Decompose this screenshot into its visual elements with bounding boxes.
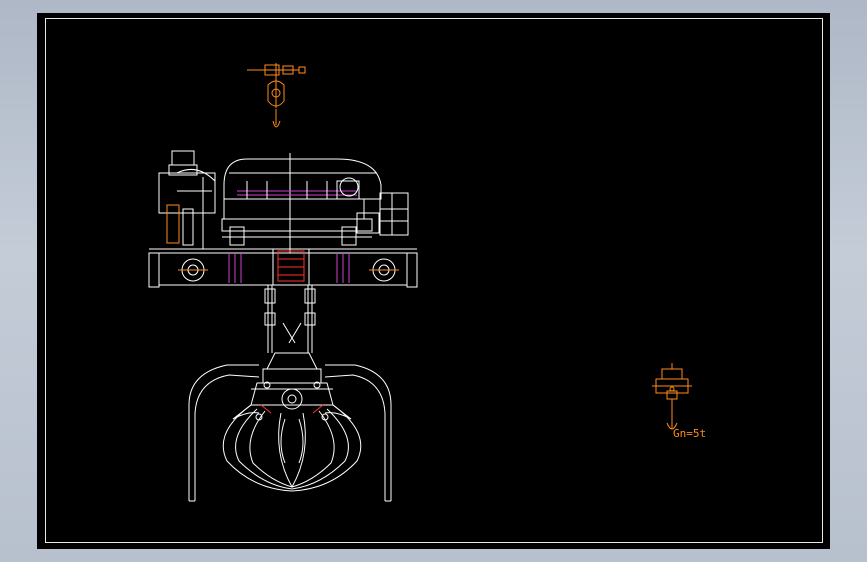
hoist-ropes: [264, 285, 316, 353]
hook-symbol-top: [247, 63, 306, 128]
grab-bucket: [188, 352, 392, 502]
drawing-sheet: Gn=5t: [37, 13, 830, 549]
trolley-assembly: [148, 150, 418, 288]
cad-canvas: Gn=5t: [148, 63, 706, 502]
hoist-weight-symbol: [652, 363, 692, 430]
weight-label: Gn=5t: [673, 427, 706, 440]
